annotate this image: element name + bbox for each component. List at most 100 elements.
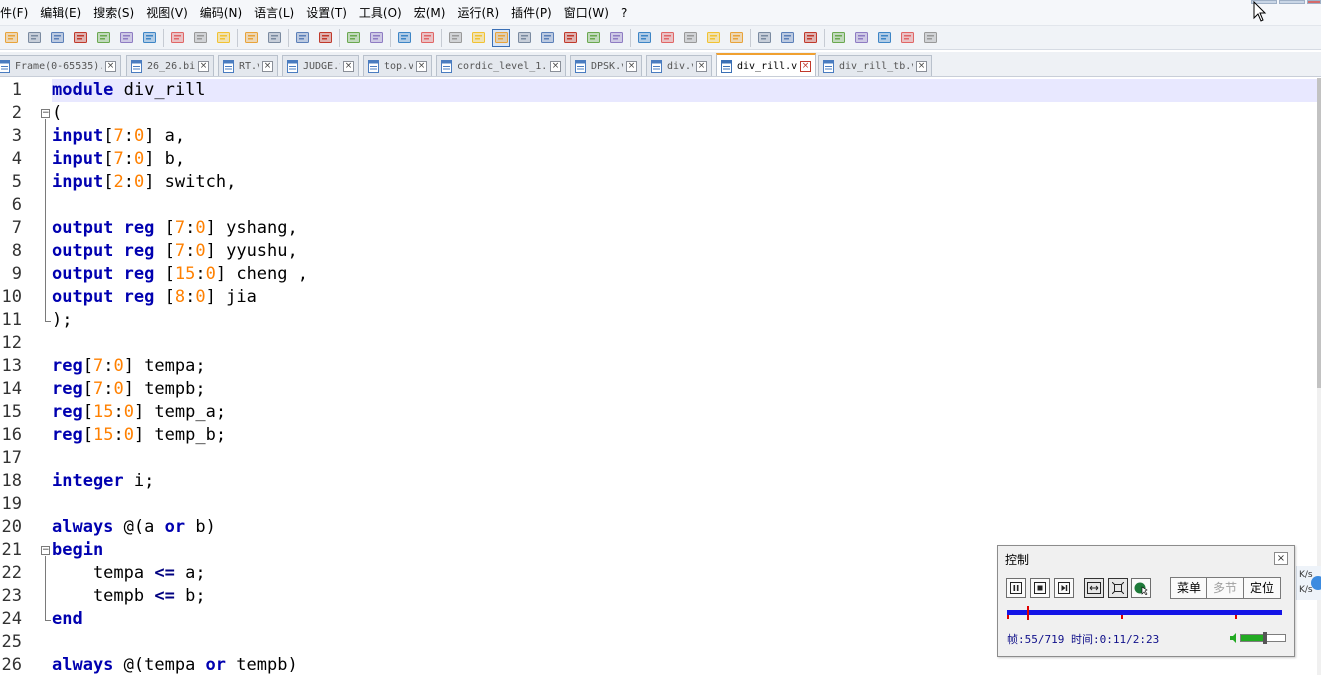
pause-button[interactable]: [1006, 578, 1026, 598]
code-line[interactable]: output reg [8:0] jia: [52, 286, 1318, 309]
record-macro-icon[interactable]: [635, 29, 653, 47]
plugin-a-icon[interactable]: [755, 29, 773, 47]
sync-horizontal-icon[interactable]: [418, 29, 436, 47]
copy-icon[interactable]: [191, 29, 209, 47]
tab-8[interactable]: div_rill.v ×: [716, 53, 816, 76]
tab-1[interactable]: 26_26.bit×: [126, 55, 214, 76]
locate-button[interactable]: 定位: [1243, 577, 1282, 599]
control-panel-close-button[interactable]: ×: [1274, 552, 1288, 565]
fit-window-button[interactable]: [1084, 578, 1104, 598]
menu-item-5[interactable]: 语言(L): [248, 0, 300, 26]
sync-vertical-icon[interactable]: [395, 29, 413, 47]
tab-close-icon[interactable]: ×: [696, 60, 707, 72]
maximize-button[interactable]: [1279, 0, 1305, 4]
volume-slider-knob[interactable]: [1263, 632, 1268, 644]
tab-close-icon[interactable]: ×: [416, 60, 427, 72]
tab-close-icon[interactable]: ×: [262, 60, 273, 72]
code-line[interactable]: integer i;: [52, 470, 1318, 493]
menu-item-9[interactable]: 运行(R): [451, 0, 505, 26]
close-window-button[interactable]: [1307, 0, 1321, 4]
panel-icon[interactable]: [921, 29, 939, 47]
menu-item-7[interactable]: 工具(O): [353, 0, 408, 26]
tab-6[interactable]: DPSK.v×: [570, 55, 642, 76]
zoom-in-icon[interactable]: [344, 29, 362, 47]
volume-slider[interactable]: [1240, 632, 1286, 644]
playback-progress-bar[interactable]: [1007, 610, 1282, 615]
folder-workspace-icon[interactable]: [584, 29, 602, 47]
monitor-icon[interactable]: [607, 29, 625, 47]
new-file-icon[interactable]: [2, 29, 20, 47]
menu-item-3[interactable]: 视图(V): [140, 0, 194, 26]
find-icon[interactable]: [293, 29, 311, 47]
plugin-b-icon[interactable]: [778, 29, 796, 47]
tab-0[interactable]: Frame(0-65535).csv×: [0, 55, 121, 76]
code-line[interactable]: reg[15:0] temp_b;: [52, 424, 1318, 447]
menu-item-4[interactable]: 编码(N): [194, 0, 248, 26]
code-line[interactable]: output reg [7:0] yshang,: [52, 217, 1318, 240]
tab-3[interactable]: JUDGE.v×: [282, 55, 359, 76]
playhead-marker[interactable]: [1027, 606, 1030, 620]
code-line[interactable]: reg[7:0] tempa;: [52, 355, 1318, 378]
compare-icon[interactable]: [829, 29, 847, 47]
run-macro-multiple-icon[interactable]: [704, 29, 722, 47]
code-line[interactable]: [52, 332, 1318, 355]
show-all-chars-icon[interactable]: [469, 29, 487, 47]
tab-2[interactable]: RT.v×: [218, 55, 278, 76]
code-line[interactable]: [52, 493, 1318, 516]
tab-close-icon[interactable]: ×: [800, 60, 811, 72]
code-line[interactable]: );: [52, 309, 1318, 332]
menu-item-11[interactable]: 窗口(W): [558, 0, 615, 26]
tab-close-icon[interactable]: ×: [198, 60, 209, 72]
tab-close-icon[interactable]: ×: [105, 60, 116, 72]
indent-guide-icon[interactable]: [492, 28, 510, 47]
tab-close-icon[interactable]: ×: [343, 60, 354, 72]
code-line[interactable]: always @(tempa or tempb): [52, 654, 1318, 675]
code-line[interactable]: [52, 194, 1318, 217]
stop-record-icon[interactable]: [658, 29, 676, 47]
open-file-icon[interactable]: [25, 29, 43, 47]
code-line[interactable]: input[7:0] b,: [52, 148, 1318, 171]
menu-item-10[interactable]: 插件(P): [505, 0, 558, 26]
menu-item-8[interactable]: 宏(M): [408, 0, 452, 26]
code-line[interactable]: input[7:0] a,: [52, 125, 1318, 148]
next-frame-button[interactable]: [1054, 578, 1074, 598]
code-line[interactable]: (: [52, 102, 1318, 125]
code-line[interactable]: module div_rill: [52, 79, 1318, 102]
code-line[interactable]: output reg [7:0] yyushu,: [52, 240, 1318, 263]
tab-close-icon[interactable]: ×: [626, 60, 637, 72]
redo-icon[interactable]: [265, 29, 283, 47]
print-icon[interactable]: [140, 29, 158, 47]
close-icon[interactable]: [94, 29, 112, 47]
tab-5[interactable]: cordic_level_1.v ×: [436, 55, 566, 76]
replace-icon[interactable]: [316, 29, 334, 47]
tab-close-icon[interactable]: ×: [916, 60, 927, 72]
tab-7[interactable]: div.v×: [646, 55, 712, 76]
paste-icon[interactable]: [214, 29, 232, 47]
menu-item-6[interactable]: 设置(T): [300, 0, 353, 26]
multi-section-button[interactable]: 多节: [1206, 577, 1245, 599]
prev-diff-icon[interactable]: [852, 29, 870, 47]
tab-4[interactable]: top.v ×: [363, 55, 432, 76]
save-macro-icon[interactable]: [727, 29, 745, 47]
tab-close-icon[interactable]: ×: [550, 60, 561, 72]
code-line[interactable]: input[2:0] switch,: [52, 171, 1318, 194]
menu-item-12[interactable]: ?: [615, 0, 633, 26]
close-all-icon[interactable]: [117, 29, 135, 47]
fold-toggle-icon[interactable]: −: [41, 546, 50, 555]
plugin-c-icon[interactable]: [801, 29, 819, 47]
function-list-icon[interactable]: [561, 29, 579, 47]
doc-map-icon[interactable]: [538, 29, 556, 47]
udl-icon[interactable]: [515, 29, 533, 47]
code-line[interactable]: [52, 447, 1318, 470]
code-line[interactable]: reg[15:0] temp_a;: [52, 401, 1318, 424]
fullscreen-button[interactable]: [1108, 578, 1128, 598]
menu-item-1[interactable]: 编辑(E): [34, 0, 87, 26]
menu-item-2[interactable]: 搜索(S): [87, 0, 140, 26]
menu-button[interactable]: 菜单: [1170, 577, 1209, 599]
menu-item-0[interactable]: 件(F): [0, 0, 34, 26]
undo-icon[interactable]: [242, 29, 260, 47]
sum-icon[interactable]: [898, 29, 916, 47]
zoom-out-icon[interactable]: [367, 29, 385, 47]
code-line[interactable]: output reg [15:0] cheng ,: [52, 263, 1318, 286]
play-macro-icon[interactable]: [681, 29, 699, 47]
